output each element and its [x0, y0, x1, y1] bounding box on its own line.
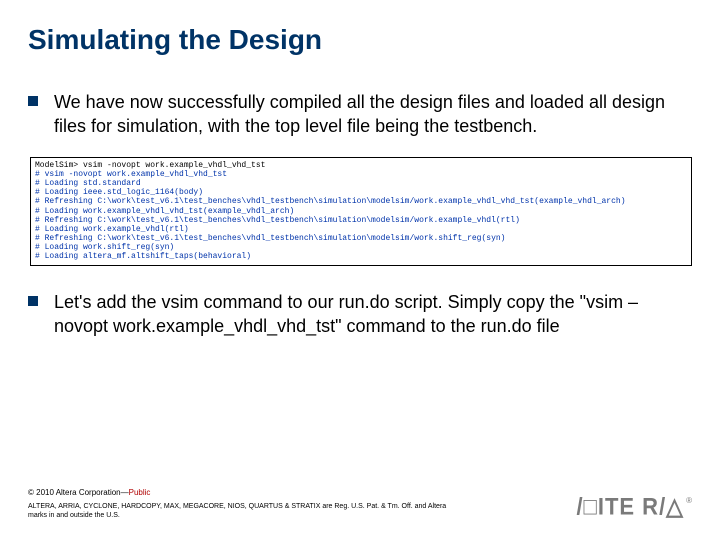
bullet-text-2: Let's add the vsim command to our run.do… [54, 290, 692, 339]
terminal-line-3: # Loading std.standard [35, 179, 141, 188]
copyright-text: © 2010 Altera Corporation— [28, 488, 129, 497]
terminal-line-8: # Loading work.example_vhdl(rtl) [35, 225, 189, 234]
terminal-line-10: # Loading work.shift_reg(syn) [35, 243, 174, 252]
terminal-line-2: # vsim -novopt work.example_vhdl_vhd_tst [35, 170, 227, 179]
terminal-line-5: # Refreshing C:\work\test_v6.1\test_benc… [35, 197, 626, 206]
terminal-output: ModelSim> vsim -novopt work.example_vhdl… [30, 157, 692, 266]
bullet-text-1: We have now successfully compiled all th… [54, 90, 692, 139]
registered-icon: ® [686, 496, 692, 505]
copyright-public: Public [129, 488, 151, 497]
terminal-line-9: # Refreshing C:\work\test_v6.1\test_benc… [35, 234, 505, 243]
terminal-line-1: ModelSim> vsim -novopt work.example_vhdl… [35, 161, 265, 170]
altera-logo: /□ITE R/△ ® [576, 494, 692, 520]
legal-text: ALTERA, ARRIA, CYCLONE, HARDCOPY, MAX, M… [28, 503, 448, 520]
bullet-item-2: Let's add the vsim command to our run.do… [28, 290, 692, 339]
logo-text: /□ITE R/△ [576, 493, 684, 522]
terminal-line-4: # Loading ieee.std_logic_1164(body) [35, 188, 203, 197]
bullet-item-1: We have now successfully compiled all th… [28, 90, 692, 139]
square-bullet-icon [28, 296, 38, 306]
terminal-line-11: # Loading altera_mf.altshift_taps(behavi… [35, 252, 251, 261]
square-bullet-icon [28, 96, 38, 106]
slide-content: We have now successfully compiled all th… [28, 90, 692, 356]
terminal-line-7: # Refreshing C:\work\test_v6.1\test_benc… [35, 216, 520, 225]
terminal-line-6: # Loading work.example_vhdl_vhd_tst(exam… [35, 207, 294, 216]
slide-title: Simulating the Design [28, 24, 322, 56]
